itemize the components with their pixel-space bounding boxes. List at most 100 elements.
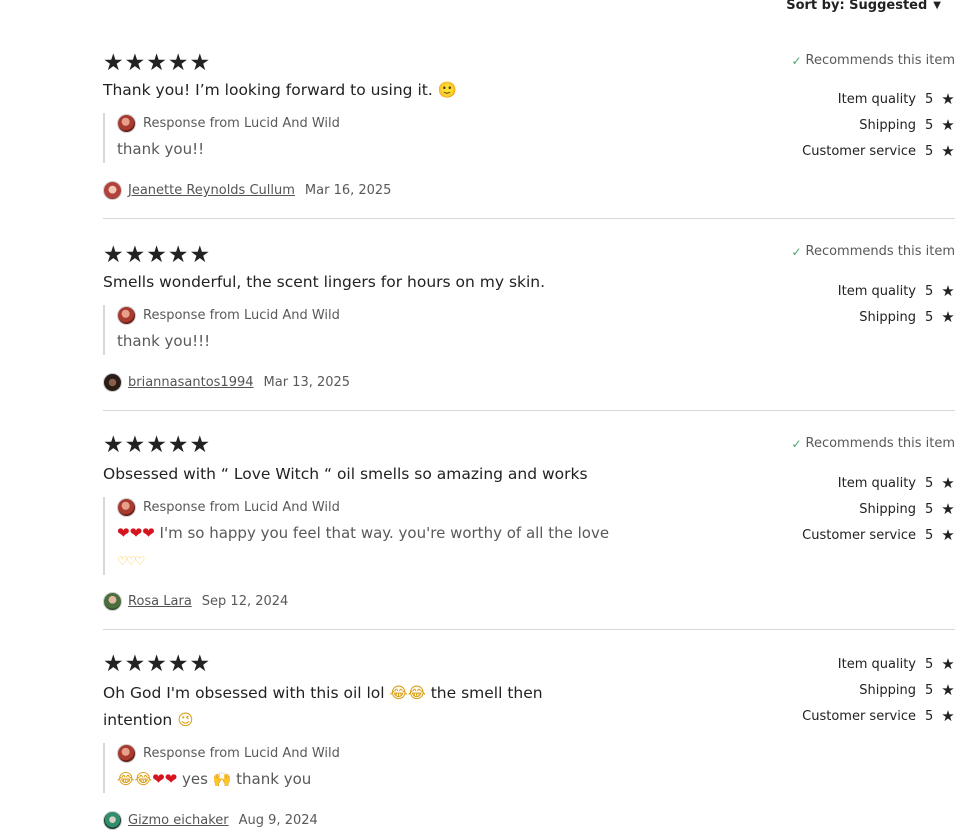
reviewer-info: Rosa Lara Sep 12, 2024 xyxy=(103,592,288,611)
review-card: ★ ★ ★ ★ ★ Item quality 5 ★ Shipping 5 ★ Customer… xyxy=(103,651,955,830)
review-date: Aug 9, 2024 xyxy=(238,813,318,828)
check-icon: ✓ xyxy=(791,53,802,68)
ratings-breakdown: Item quality 5 ★ Shipping 5 ★ Customer servi… xyxy=(802,651,955,729)
laughing-emoji-icon: 😂😂 xyxy=(117,770,153,788)
review-date: Sep 12, 2024 xyxy=(201,594,289,609)
recommends-label: Recommends this item xyxy=(805,244,956,259)
rating-shipping: Shipping 5 ★ xyxy=(859,308,955,326)
star-icon: ★ xyxy=(167,50,189,76)
reviewer-name-link[interactable]: Gizmo eichaker xyxy=(128,813,229,828)
shop-avatar xyxy=(117,497,136,517)
star-icon: ★ xyxy=(146,50,167,76)
shop-avatar xyxy=(117,743,136,763)
review-card: ★ ★ ★ ★ ★ ✓ Recommends this item Obsessed wi… xyxy=(103,434,955,630)
star-icon: ★ xyxy=(941,500,955,518)
review-date: Mar 13, 2025 xyxy=(263,375,351,390)
rating-shipping: Shipping 5 ★ xyxy=(859,500,955,518)
shop-response: Response from Lucid And Wild thank you!! xyxy=(103,113,617,163)
recommends-badge: ✓ Recommends this item xyxy=(791,53,955,68)
star-icon: ★ xyxy=(941,116,955,134)
star-icon: ★ xyxy=(146,432,167,458)
shop-response: Response from Lucid And Wild 😂😂❤❤ yes 🙌 … xyxy=(103,743,617,793)
response-label: Response from Lucid And Wild xyxy=(143,115,340,131)
shop-response: Response from Lucid And Wild thank you!!… xyxy=(103,305,617,355)
avatar[interactable] xyxy=(103,811,122,830)
response-label: Response from Lucid And Wild xyxy=(143,499,340,515)
star-icon: ★ xyxy=(103,50,124,76)
response-text: ❤❤❤ I'm so happy you feel that way. you'… xyxy=(117,520,617,575)
star-icon: ★ xyxy=(124,651,146,677)
response-text: thank you!! xyxy=(117,140,205,158)
star-icon: ★ xyxy=(103,432,124,458)
avatar[interactable] xyxy=(103,181,122,200)
star-rating: ★ ★ ★ ★ ★ xyxy=(103,52,210,75)
recommends-label: Recommends this item xyxy=(805,436,956,451)
review-text: Smells wonderful, the scent lingers for … xyxy=(103,273,546,291)
review-card: ★ ★ ★ ★ ★ ✓ Recommends this item Thank you! … xyxy=(103,50,955,219)
star-icon: ★ xyxy=(124,432,146,458)
ratings-breakdown: Item quality 5 ★ Shipping 5 ★ Customer servi… xyxy=(802,470,955,548)
ratings-breakdown: Item quality 5 ★ Shipping 5 ★ Customer servi… xyxy=(802,86,955,164)
star-icon: ★ xyxy=(941,142,955,160)
star-icon: ★ xyxy=(941,681,955,699)
shop-response: Response from Lucid And Wild ❤❤❤ I'm so … xyxy=(103,497,617,575)
rating-shipping: Shipping 5 ★ xyxy=(859,681,955,699)
star-icon: ★ xyxy=(941,90,955,108)
sort-dropdown[interactable]: Sort by: Suggested ▼ xyxy=(786,0,941,13)
star-icon: ★ xyxy=(146,242,167,268)
rating-item-quality: Item quality 5 ★ xyxy=(837,655,955,673)
star-icon: ★ xyxy=(941,308,955,326)
reviewer-info: Jeanette Reynolds Cullum Mar 16, 2025 xyxy=(103,181,391,200)
avatar[interactable] xyxy=(103,373,122,392)
review-text: Oh God I'm obsessed with this oil lol 😂😂… xyxy=(103,680,573,734)
star-icon: ★ xyxy=(189,651,211,677)
rating-shipping: Shipping 5 ★ xyxy=(859,116,955,134)
shop-avatar xyxy=(117,113,136,133)
rating-customer-service: Customer service 5 ★ xyxy=(802,142,955,160)
rating-item-quality: Item quality 5 ★ xyxy=(837,474,955,492)
review-text-part1: Oh God I'm obsessed with this oil lol xyxy=(103,684,385,702)
check-icon: ✓ xyxy=(791,244,802,259)
response-thanks: thank you xyxy=(236,770,312,788)
reviewer-name-link[interactable]: Jeanette Reynolds Cullum xyxy=(128,183,295,198)
star-icon: ★ xyxy=(189,242,211,268)
star-icon: ★ xyxy=(189,432,211,458)
star-icon: ★ xyxy=(941,282,955,300)
star-icon: ★ xyxy=(941,655,955,673)
star-icon: ★ xyxy=(189,50,211,76)
reviewer-info: Gizmo eichaker Aug 9, 2024 xyxy=(103,811,318,830)
response-label: Response from Lucid And Wild xyxy=(143,307,340,323)
reviewer-name-link[interactable]: Rosa Lara xyxy=(128,594,192,609)
star-icon: ★ xyxy=(167,242,189,268)
star-icon: ★ xyxy=(167,432,189,458)
rating-item-quality: Item quality 5 ★ xyxy=(837,282,955,300)
star-icon: ★ xyxy=(167,651,189,677)
star-rating: ★ ★ ★ ★ ★ xyxy=(103,434,210,457)
star-icon: ★ xyxy=(941,526,955,544)
star-icon: ★ xyxy=(124,242,146,268)
avatar[interactable] xyxy=(103,592,122,611)
heart-emoji-icon: ❤ xyxy=(117,524,130,542)
recommends-label: Recommends this item xyxy=(805,53,956,68)
star-icon: ★ xyxy=(103,651,124,677)
star-rating: ★ ★ ★ ★ ★ xyxy=(103,653,210,676)
review-card: ★ ★ ★ ★ ★ ✓ Recommends this item Smells wond… xyxy=(103,242,955,411)
response-text: 😂😂❤❤ yes 🙌 thank you xyxy=(117,766,617,793)
review-text: Obsessed with “ Love Witch “ oil smells … xyxy=(103,465,588,483)
star-icon: ★ xyxy=(103,242,124,268)
reviewer-name-link[interactable]: briannasantos1994 xyxy=(128,375,254,390)
reviewer-info: briannasantos1994 Mar 13, 2025 xyxy=(103,373,350,392)
review-date: Mar 16, 2025 xyxy=(304,183,392,198)
yellow-heart-emoji-icon: ♡♡♡ xyxy=(117,554,145,568)
heart-emoji-icon: ❤ xyxy=(142,524,155,542)
star-icon: ★ xyxy=(124,50,146,76)
heart-emoji-icon: ❤ xyxy=(129,524,143,542)
review-text: Thank you! I’m looking forward to using … xyxy=(103,81,457,99)
sort-label: Sort by: Suggested xyxy=(786,0,928,13)
star-icon: ★ xyxy=(941,707,955,725)
response-text: thank you!!! xyxy=(117,332,211,350)
ratings-breakdown: Item quality 5 ★ Shipping 5 ★ xyxy=(838,278,955,330)
rolling-laughing-emoji-icon: 😂😂 xyxy=(389,684,426,702)
response-yes: yes xyxy=(181,770,208,788)
response-label: Response from Lucid And Wild xyxy=(143,745,340,761)
